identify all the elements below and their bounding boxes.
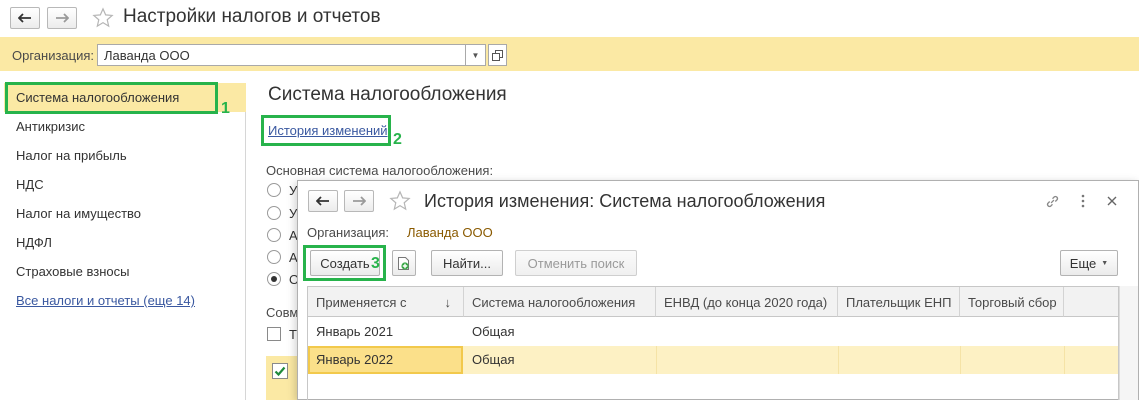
cell-date: Январь 2021 — [316, 324, 394, 339]
combined-checkbox-label: Т — [289, 327, 297, 342]
forward-button[interactable] — [47, 7, 77, 29]
arrow-left-icon — [316, 196, 329, 206]
back-button[interactable] — [10, 7, 40, 29]
star-icon[interactable] — [91, 6, 115, 30]
open-link-icon — [492, 49, 503, 61]
combined-checkbox[interactable] — [267, 327, 281, 341]
chevron-down-icon: ▼ — [1101, 259, 1109, 267]
sidebar-item-property-tax[interactable]: Налог на имущество — [4, 199, 246, 228]
star-icon[interactable] — [388, 189, 412, 213]
dialog-organization-label: Организация: — [307, 225, 390, 240]
link-icon[interactable] — [1044, 193, 1060, 209]
combined-label: Совм — [266, 305, 299, 320]
cancel-search-button[interactable]: Отменить поиск — [515, 250, 637, 276]
column-header-envd[interactable]: ЕНВД (до конца 2020 года) — [656, 287, 838, 317]
add-document-icon — [398, 256, 409, 270]
dialog-title: История изменения: Система налогообложен… — [424, 191, 826, 211]
sidebar-item-ndfl[interactable]: НДФЛ — [4, 228, 246, 257]
cell-tax-system: Общая — [472, 352, 515, 367]
sidebar: Система налогообложения Антикризис Налог… — [0, 83, 246, 400]
dialog-back-button[interactable] — [308, 190, 338, 212]
cell-tax-system: Общая — [472, 324, 515, 339]
sidebar-item-insurance[interactable]: Страховые взносы — [4, 257, 246, 286]
tax-radio-1[interactable] — [267, 183, 281, 197]
sidebar-link-all-taxes[interactable]: Все налоги и отчеты (еще 14) — [4, 286, 246, 315]
arrow-left-icon — [18, 13, 31, 23]
step-2-highlight — [261, 115, 391, 146]
dialog-organization-value: Лаванда ООО — [407, 225, 493, 240]
checkmark-icon — [274, 366, 286, 377]
close-icon[interactable] — [1104, 193, 1120, 209]
main-tax-system-label: Основная система налогообложения: — [266, 163, 494, 178]
step-1-number: 1 — [221, 100, 230, 117]
more-button[interactable]: Еще ▼ — [1060, 250, 1118, 276]
organization-open-button[interactable] — [488, 44, 507, 66]
table-row[interactable]: Январь 2021 Общая — [308, 318, 1118, 346]
table-row-selected[interactable]: Январь 2022 Общая — [308, 346, 1118, 374]
chevron-down-icon: ▼ — [471, 50, 480, 60]
cell-date: Январь 2022 — [316, 352, 394, 367]
tax-radio-4[interactable] — [267, 250, 281, 264]
sidebar-item-vat[interactable]: НДС — [4, 170, 246, 199]
column-header-date[interactable]: Применяется с ↓ — [308, 287, 464, 317]
section-title: Система налогообложения — [268, 84, 507, 105]
table-scrollbar[interactable] — [1119, 286, 1138, 400]
step-3-number: 3 — [371, 255, 380, 272]
row-separator — [656, 346, 657, 374]
sidebar-item-profit-tax[interactable]: Налог на прибыль — [4, 141, 246, 170]
arrow-right-icon — [353, 196, 366, 206]
column-header-empty — [1064, 287, 1118, 317]
checked-checkbox[interactable] — [272, 363, 288, 379]
dialog-forward-button[interactable] — [344, 190, 374, 212]
row-separator — [838, 346, 839, 374]
more-vertical-icon[interactable] — [1075, 193, 1091, 209]
row-separator — [960, 346, 961, 374]
organization-dropdown-button[interactable]: ▼ — [466, 44, 486, 66]
organization-bar: Организация: Лаванда ООО ▼ — [0, 37, 1139, 71]
sort-indicator: ↓ — [444, 295, 452, 310]
history-dialog: История изменения: Система налогообложен… — [297, 180, 1139, 400]
tax-radio-3[interactable] — [267, 228, 281, 242]
tax-radio-5[interactable] — [267, 272, 281, 286]
arrow-right-icon — [56, 13, 69, 23]
column-header-trade-fee[interactable]: Торговый сбор — [960, 287, 1064, 317]
tax-radio-2[interactable] — [267, 206, 281, 220]
step-1-highlight — [5, 82, 218, 114]
organization-field[interactable]: Лаванда ООО — [97, 44, 466, 66]
find-button[interactable]: Найти... — [431, 250, 503, 276]
row-separator — [1064, 346, 1065, 374]
column-header-tax-system[interactable]: Система налогообложения — [464, 287, 656, 317]
sidebar-item-anticrisis[interactable]: Антикризис — [4, 112, 246, 141]
history-table: Применяется с ↓ Система налогообложения … — [307, 286, 1119, 400]
column-header-enp[interactable]: Плательщик ЕНП — [838, 287, 960, 317]
organization-label: Организация: — [12, 48, 95, 63]
copy-create-button[interactable] — [392, 250, 416, 276]
step-2-number: 2 — [393, 131, 402, 148]
page-title: Настройки налогов и отчетов — [123, 6, 381, 27]
